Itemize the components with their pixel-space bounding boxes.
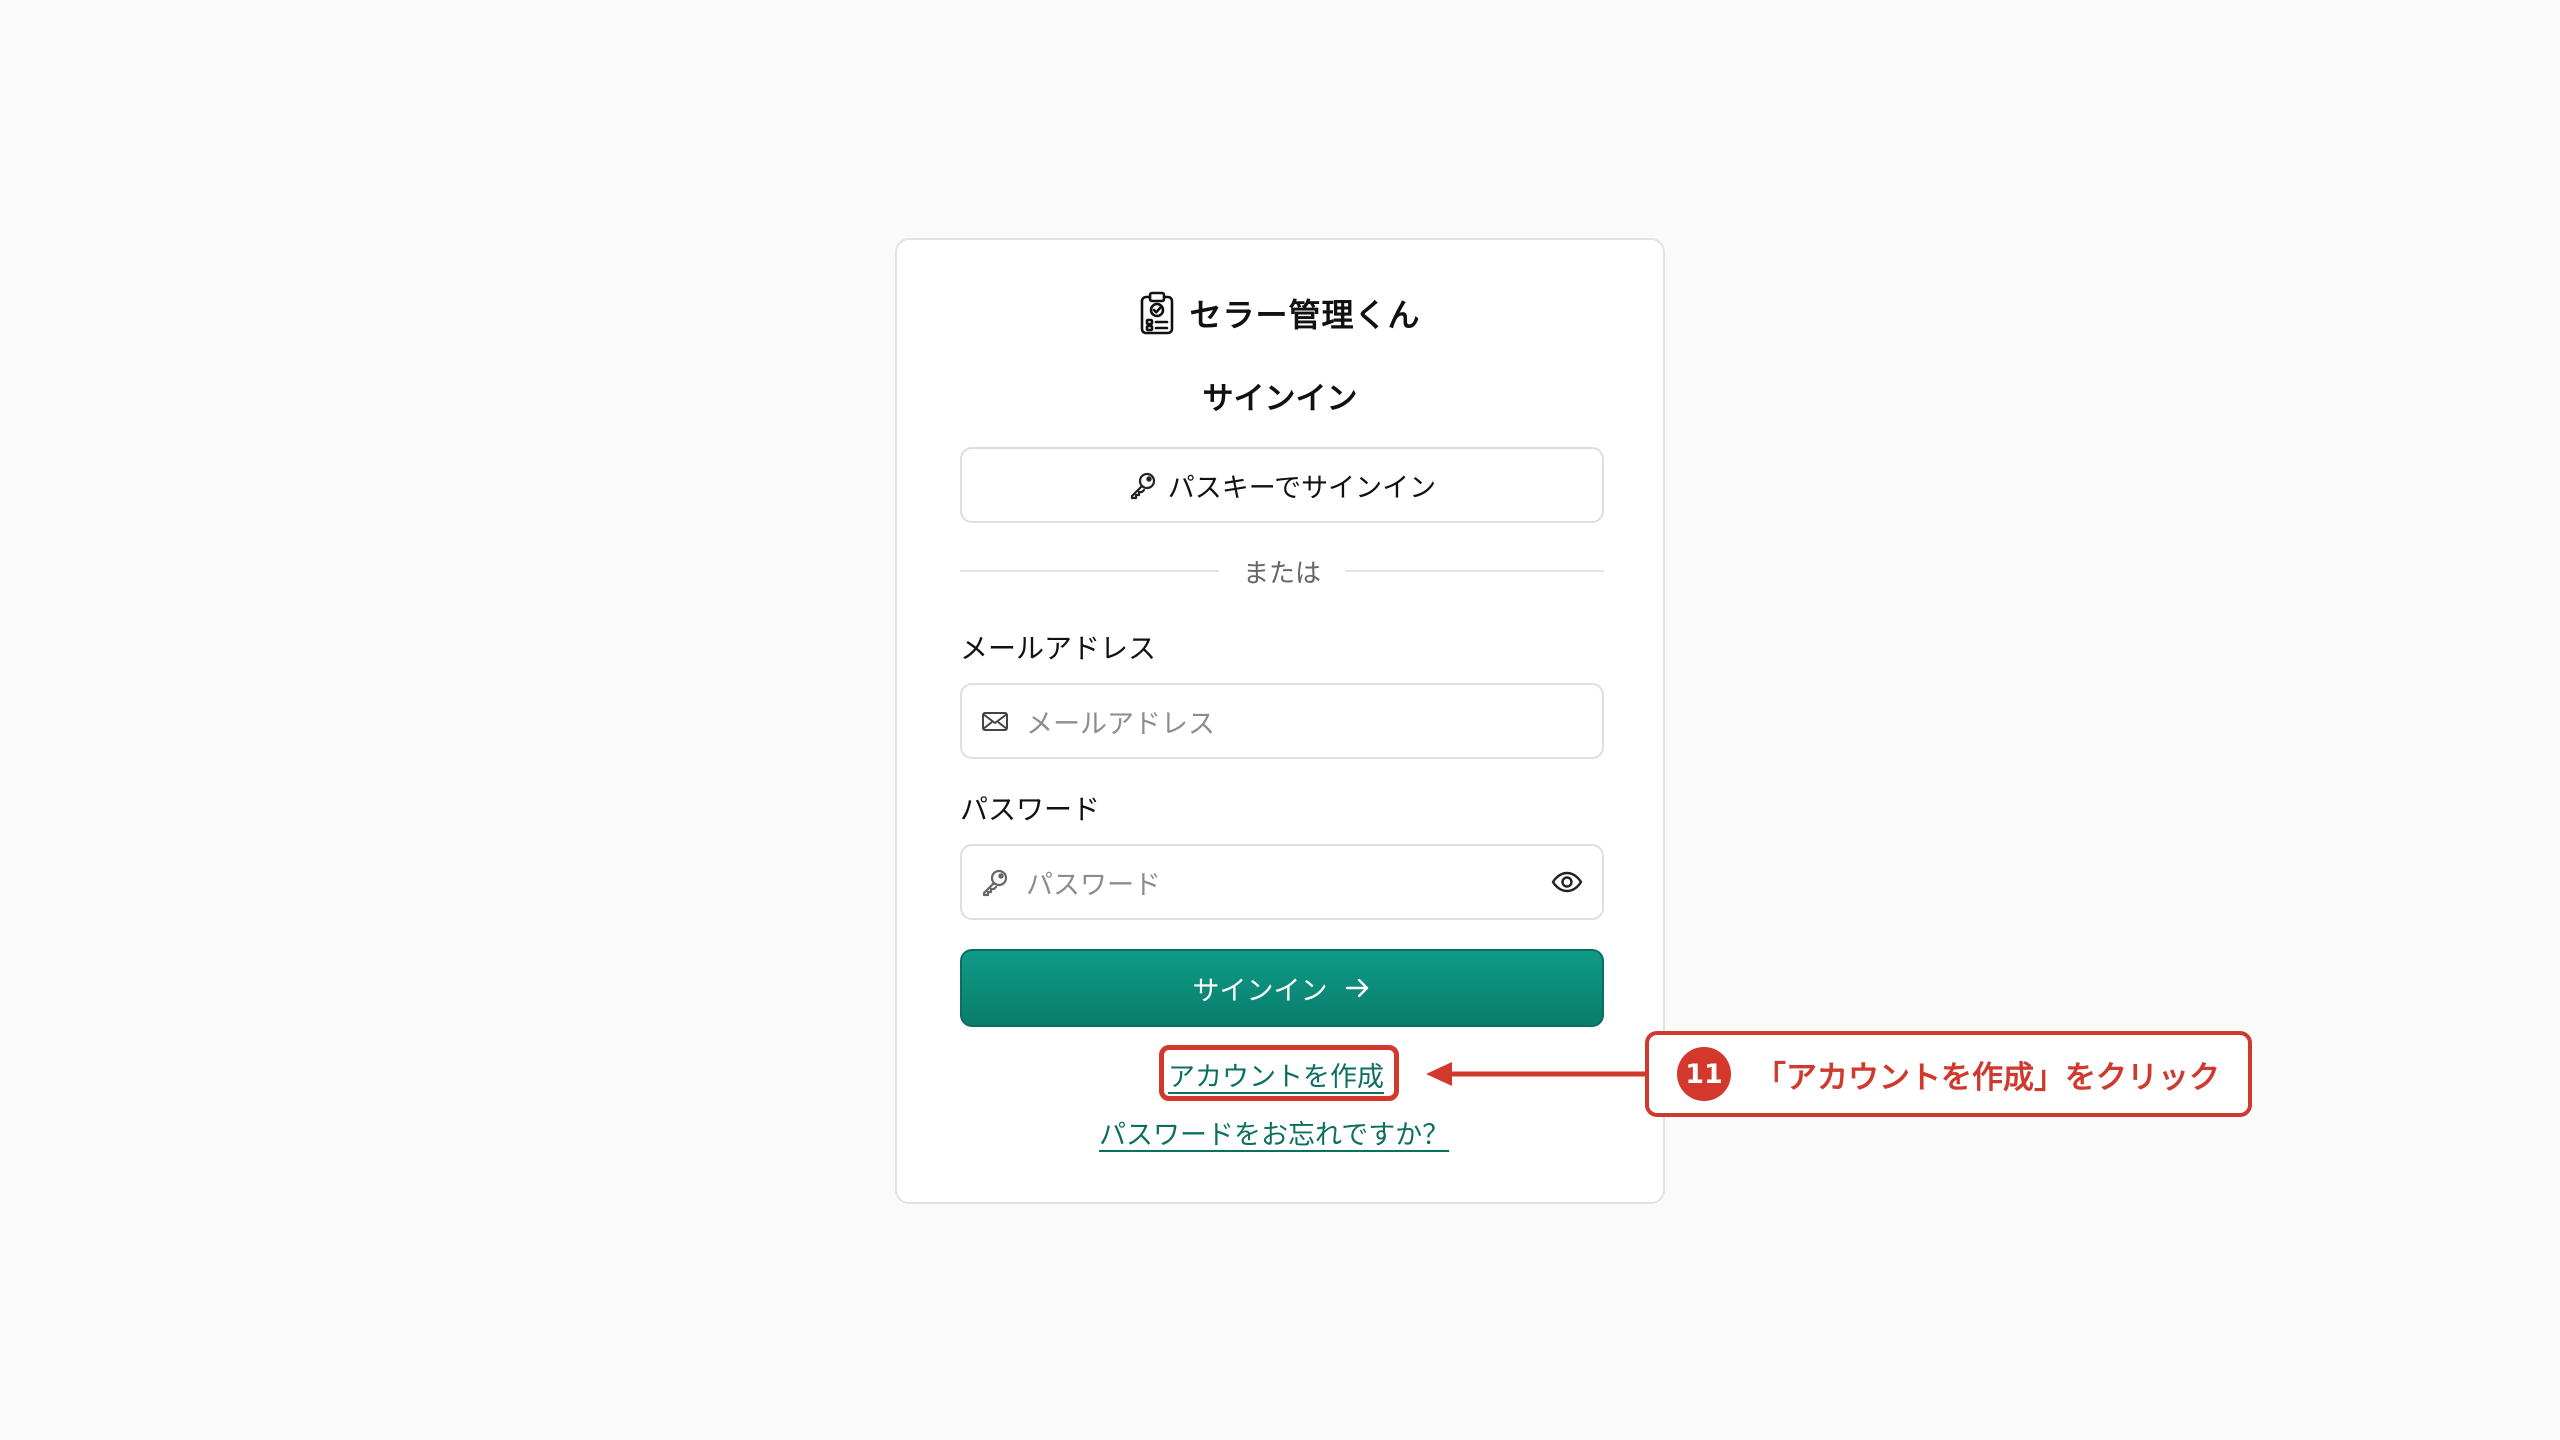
divider-line-right xyxy=(1345,570,1605,572)
password-placeholder: パスワード xyxy=(1026,869,1161,901)
or-divider: または xyxy=(960,551,1605,591)
passkey-signin-button[interactable]: パスキーでサインイン xyxy=(960,447,1604,523)
create-account-link[interactable]: アカウントを作成 xyxy=(1168,1055,1384,1094)
clipboard-check-icon xyxy=(1139,291,1175,335)
forgot-password-link[interactable]: パスワードをお忘れですか？ xyxy=(1099,1113,1449,1152)
password-field[interactable]: パスワード xyxy=(960,844,1604,920)
email-label: メールアドレス xyxy=(960,632,1157,665)
signin-submit-button[interactable]: サインイン xyxy=(960,949,1604,1027)
eye-icon[interactable] xyxy=(1550,865,1584,899)
passkey-signin-label: パスキーでサインイン xyxy=(1167,472,1437,504)
annotation-callout: 11 「アカウントを作成」をクリック xyxy=(1645,1031,2252,1117)
brand-header: セラー管理くん xyxy=(897,290,1663,336)
divider-text: または xyxy=(1243,558,1322,589)
annotation-text: 「アカウントを作成」をクリック xyxy=(1755,1059,2220,1096)
key-icon xyxy=(1128,470,1158,500)
password-label: パスワード xyxy=(960,793,1101,826)
step-number-badge: 11 xyxy=(1677,1047,1731,1101)
divider-line-left xyxy=(960,570,1219,572)
page-title: サインイン xyxy=(1202,381,1358,417)
annotation-arrow xyxy=(1426,1062,1650,1086)
email-placeholder: メールアドレス xyxy=(1026,708,1215,740)
page: セラー管理くん サインイン パスキーでサインイン または メールアドレス メール… xyxy=(0,0,2560,1440)
key-icon xyxy=(980,867,1010,897)
arrow-right-icon xyxy=(1342,973,1372,1003)
app-name: セラー管理くん xyxy=(1189,296,1421,334)
mail-icon xyxy=(980,706,1010,736)
email-field[interactable]: メールアドレス xyxy=(960,683,1604,759)
signin-submit-label: サインイン xyxy=(1192,975,1328,1007)
